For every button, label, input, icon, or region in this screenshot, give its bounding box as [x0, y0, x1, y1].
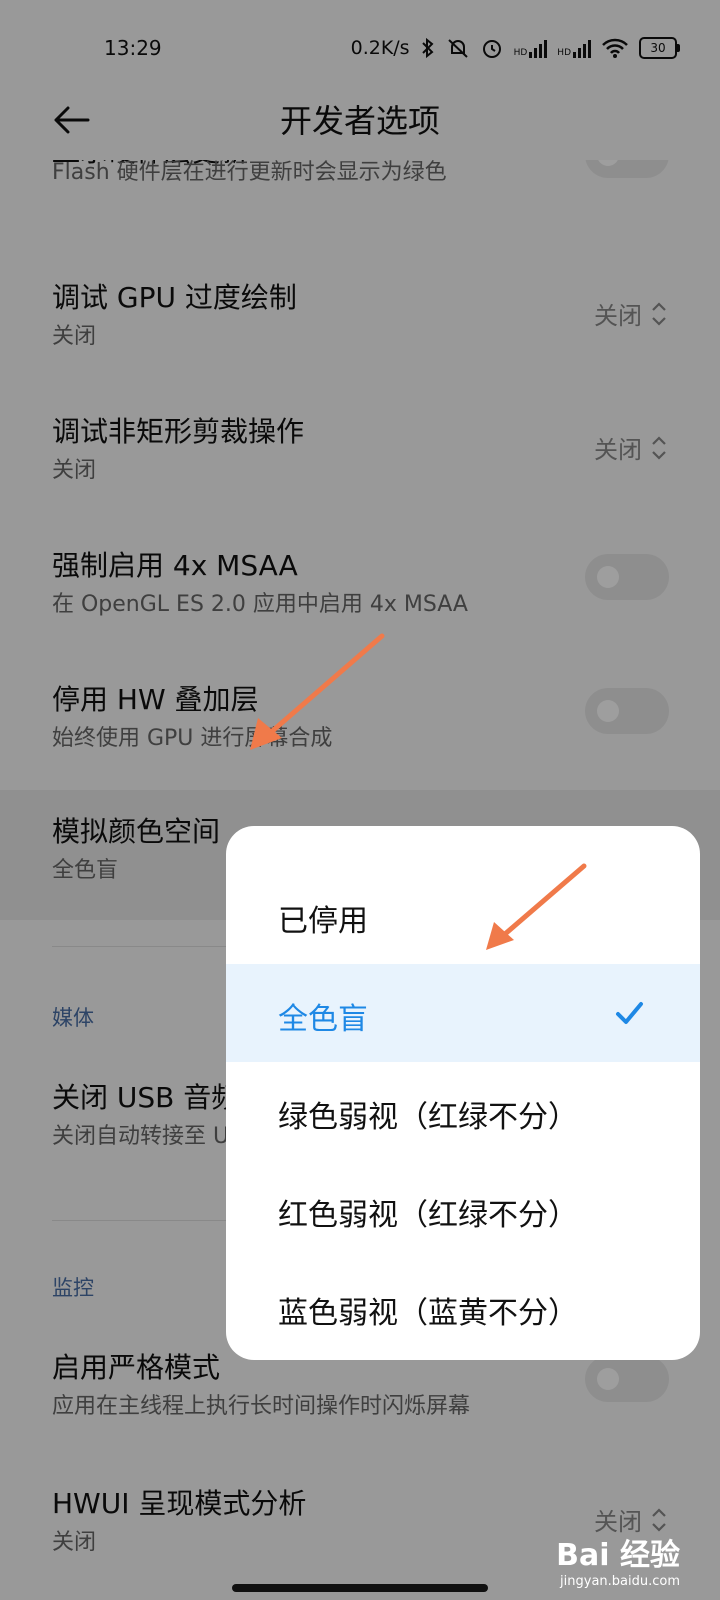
- dropdown-option-deuteranomaly[interactable]: 绿色弱视（红绿不分）: [226, 1062, 700, 1160]
- option-label: 绿色弱视（红绿不分）: [278, 1100, 578, 1135]
- modal-overlay[interactable]: [0, 0, 720, 1600]
- watermark: Bai 经验 jingyan.baidu.com: [556, 1530, 680, 1589]
- option-label: 已停用: [278, 904, 368, 939]
- dropdown-option-tritanomaly[interactable]: 蓝色弱视（蓝黄不分）: [226, 1258, 700, 1356]
- dropdown-option-disabled[interactable]: 已停用: [226, 866, 700, 964]
- checkmark-icon: [616, 1002, 643, 1024]
- color-space-dropdown: 已停用 全色盲 绿色弱视（红绿不分） 红色弱视（红绿不分） 蓝色弱视（蓝黄不分）: [226, 826, 700, 1360]
- option-label: 蓝色弱视（蓝黄不分）: [278, 1296, 578, 1331]
- dropdown-option-protanomaly[interactable]: 红色弱视（红绿不分）: [226, 1160, 700, 1258]
- option-label: 红色弱视（红绿不分）: [278, 1198, 578, 1233]
- watermark-url: jingyan.baidu.com: [560, 1574, 680, 1589]
- option-label: 全色盲: [278, 1002, 368, 1037]
- home-indicator[interactable]: [232, 1584, 488, 1592]
- watermark-brand: Bai 经验: [556, 1538, 680, 1573]
- dropdown-option-monochromacy[interactable]: 全色盲: [226, 964, 700, 1062]
